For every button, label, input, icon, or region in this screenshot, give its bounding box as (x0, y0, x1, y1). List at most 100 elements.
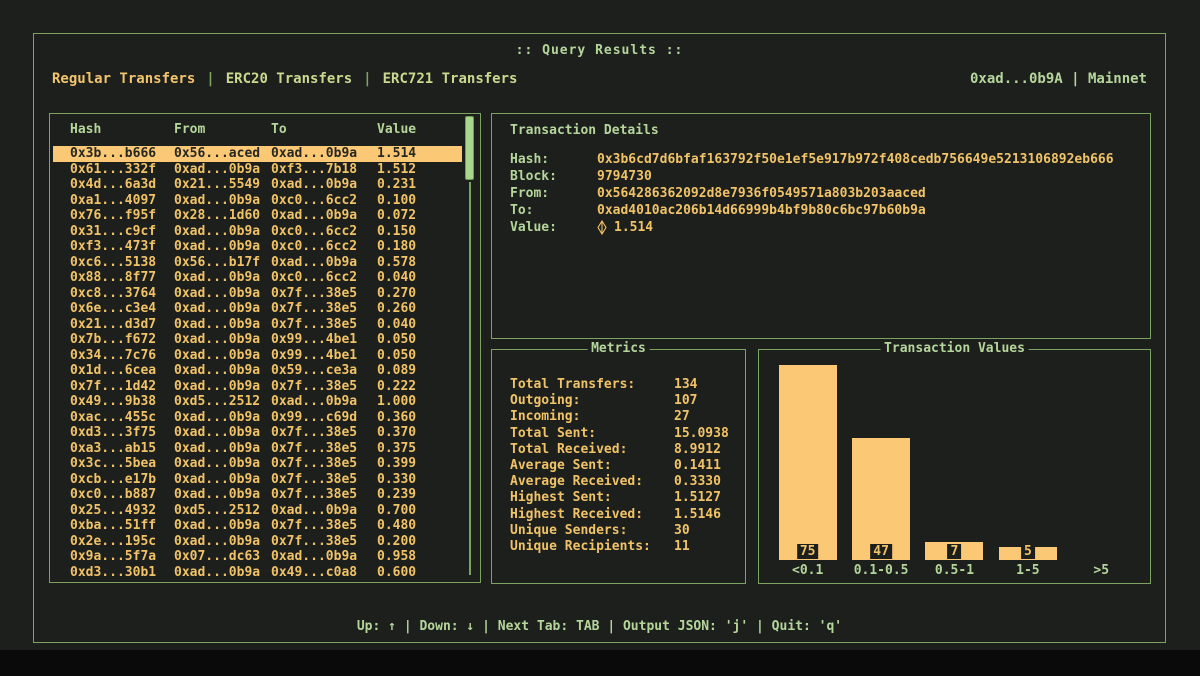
table-cell: 0xad...0b9a (271, 208, 357, 224)
metric-row: Outgoing:107 (510, 393, 737, 409)
table-row[interactable]: 0xc6...51380x56...b17f0xad...0b9a0.578 (53, 255, 462, 271)
scrollbar-track (469, 182, 471, 575)
table-cell: 0xad...0b9a (271, 394, 357, 410)
table-cell: 0.600 (377, 565, 416, 581)
details-title: Transaction Details (510, 123, 659, 138)
table-cell: 0x88...8f77 (70, 270, 156, 286)
table-cell: 0x56...aced (174, 146, 260, 162)
details-field-row: Block:9794730 (510, 168, 1140, 185)
table-row[interactable]: 0x6e...c3e40xad...0b9a0x7f...38e50.260 (53, 301, 462, 317)
table-cell: 0x6e...c3e4 (70, 301, 156, 317)
histogram-x-labels: <0.10.1-0.50.5-11-5>5 (771, 563, 1138, 578)
histogram-bar: 7 (925, 542, 983, 560)
table-cell: 0xc0...6cc2 (271, 270, 357, 286)
table-cell: 0.375 (377, 441, 416, 457)
table-cell: 0x61...332f (70, 162, 156, 178)
table-row[interactable]: 0x34...7c760xad...0b9a0x99...4be10.050 (53, 348, 462, 364)
column-header-value: Value (377, 122, 416, 137)
table-cell: 0xad...0b9a (271, 146, 357, 162)
table-cell: 0x7f...38e5 (271, 425, 357, 441)
table-cell: 0x7f...38e5 (271, 286, 357, 302)
table-cell: 0x99...c69d (271, 410, 357, 426)
metric-value: 1.5146 (674, 507, 721, 523)
histogram-x-tick-label: 1-5 (991, 563, 1064, 578)
table-cell: 0.222 (377, 379, 416, 395)
table-cell: 0xba...51ff (70, 518, 156, 534)
table-row[interactable]: 0x9a...5f7a0x07...dc630xad...0b9a0.958 (53, 549, 462, 565)
table-cell: 0.150 (377, 224, 416, 240)
tab-regular-transfers[interactable]: Regular Transfers (52, 71, 195, 87)
table-cell: 0xa3...ab15 (70, 441, 156, 457)
table-cell: 0x25...4932 (70, 503, 156, 519)
table-row[interactable]: 0xd3...3f750xad...0b9a0x7f...38e50.370 (53, 425, 462, 441)
histogram-slot (1065, 367, 1138, 560)
table-cell: 0.100 (377, 193, 416, 209)
table-cell: 0x4d...6a3d (70, 177, 156, 193)
scrollbar[interactable] (465, 116, 475, 575)
column-header-to: To (271, 122, 287, 137)
table-cell: 0xd3...3f75 (70, 425, 156, 441)
table-row[interactable]: 0x2e...195c0xad...0b9a0x7f...38e50.200 (53, 534, 462, 550)
details-field-value: 0x564286362092d8e7936f0549571a803b203aac… (597, 185, 926, 202)
histogram-x-tick-label: >5 (1065, 563, 1138, 578)
metric-value: 11 (674, 539, 690, 555)
table-cell: 0x99...4be1 (271, 332, 357, 348)
table-cell: 0x7f...38e5 (271, 534, 357, 550)
tab-erc721-transfers[interactable]: ERC721 Transfers (383, 71, 518, 87)
table-cell: 0xad...0b9a (174, 301, 260, 317)
table-row[interactable]: 0x88...8f770xad...0b9a0xc0...6cc20.040 (53, 270, 462, 286)
table-cell: 0.180 (377, 239, 416, 255)
transaction-details-panel: Transaction Details Hash:0x3b6cd7d6bfaf1… (491, 113, 1151, 339)
table-row[interactable]: 0x76...f95f0x28...1d600xad...0b9a0.072 (53, 208, 462, 224)
metric-value: 107 (674, 393, 697, 409)
metrics-rows: Total Transfers:134Outgoing:107Incoming:… (510, 377, 737, 555)
metric-label: Outgoing: (510, 393, 674, 409)
histogram-bar-value: 47 (870, 544, 892, 559)
table-row[interactable]: 0xc0...b8870xad...0b9a0x7f...38e50.239 (53, 487, 462, 503)
table-cell: 0x07...dc63 (174, 549, 260, 565)
table-row[interactable]: 0x25...49320xd5...25120xad...0b9a0.700 (53, 503, 462, 519)
table-row[interactable]: 0x21...d3d70xad...0b9a0x7f...38e50.040 (53, 317, 462, 333)
table-row[interactable]: 0xa3...ab150xad...0b9a0x7f...38e50.375 (53, 441, 462, 457)
metric-value: 27 (674, 409, 690, 425)
table-row[interactable]: 0xc8...37640xad...0b9a0x7f...38e50.270 (53, 286, 462, 302)
table-row[interactable]: 0x4d...6a3d0x21...55490xad...0b9a0.231 (53, 177, 462, 193)
metric-value: 15.0938 (674, 426, 729, 442)
table-row[interactable]: 0xa1...40970xad...0b9a0xc0...6cc20.100 (53, 193, 462, 209)
details-field-label: To: (510, 202, 597, 219)
table-row[interactable]: 0x31...c9cf0xad...0b9a0xc0...6cc20.150 (53, 224, 462, 240)
table-cell: 0x76...f95f (70, 208, 156, 224)
table-cell: 0x21...5549 (174, 177, 260, 193)
table-row[interactable]: 0x3c...5bea0xad...0b9a0x7f...38e50.399 (53, 456, 462, 472)
table-cell: 0xc0...6cc2 (271, 193, 357, 209)
details-field-row: Hash:0x3b6cd7d6bfaf163792f50e1ef5e917b97… (510, 151, 1140, 168)
details-field-value: 0x3b6cd7d6bfaf163792f50e1ef5e917b972f408… (597, 151, 1114, 168)
table-cell: 0xad...0b9a (174, 410, 260, 426)
metric-label: Incoming: (510, 409, 674, 425)
table-row[interactable]: 0x61...332f0xad...0b9a0xf3...7b181.512 (53, 162, 462, 178)
metric-row: Total Transfers:134 (510, 377, 737, 393)
table-row[interactable]: 0xba...51ff0xad...0b9a0x7f...38e50.480 (53, 518, 462, 534)
table-row[interactable]: 0xf3...473f0xad...0b9a0xc0...6cc20.180 (53, 239, 462, 255)
table-row[interactable]: 0xac...455c0xad...0b9a0x99...c69d0.360 (53, 410, 462, 426)
table-row[interactable]: 0xcb...e17b0xad...0b9a0x7f...38e50.330 (53, 472, 462, 488)
table-row[interactable]: 0x7b...f6720xad...0b9a0x99...4be10.050 (53, 332, 462, 348)
table-cell: 0xad...0b9a (174, 565, 260, 581)
table-cell: 0x7f...38e5 (271, 441, 357, 457)
table-cell: 0.089 (377, 363, 416, 379)
table-row[interactable]: 0x7f...1d420xad...0b9a0x7f...38e50.222 (53, 379, 462, 395)
table-cell: 0xad...0b9a (174, 534, 260, 550)
table-cell: 0.050 (377, 348, 416, 364)
table-cell: 0x7b...f672 (70, 332, 156, 348)
table-row[interactable]: 0xd3...30b10xad...0b9a0x49...c0a80.600 (53, 565, 462, 581)
tab-erc20-transfers[interactable]: ERC20 Transfers (226, 71, 352, 87)
table-row[interactable]: 0x1d...6cea0xad...0b9a0x59...ce3a0.089 (53, 363, 462, 379)
metric-label: Total Sent: (510, 426, 674, 442)
metric-row: Average Sent:0.1411 (510, 458, 737, 474)
table-row[interactable]: 0x49...9b380xd5...25120xad...0b9a1.000 (53, 394, 462, 410)
table-cell: 0xd5...2512 (174, 503, 260, 519)
table-cell: 0.040 (377, 317, 416, 333)
table-cell: 0.072 (377, 208, 416, 224)
scrollbar-thumb[interactable] (465, 116, 474, 180)
table-row[interactable]: 0x3b...b6660x56...aced0xad...0b9a1.514 (53, 146, 462, 162)
